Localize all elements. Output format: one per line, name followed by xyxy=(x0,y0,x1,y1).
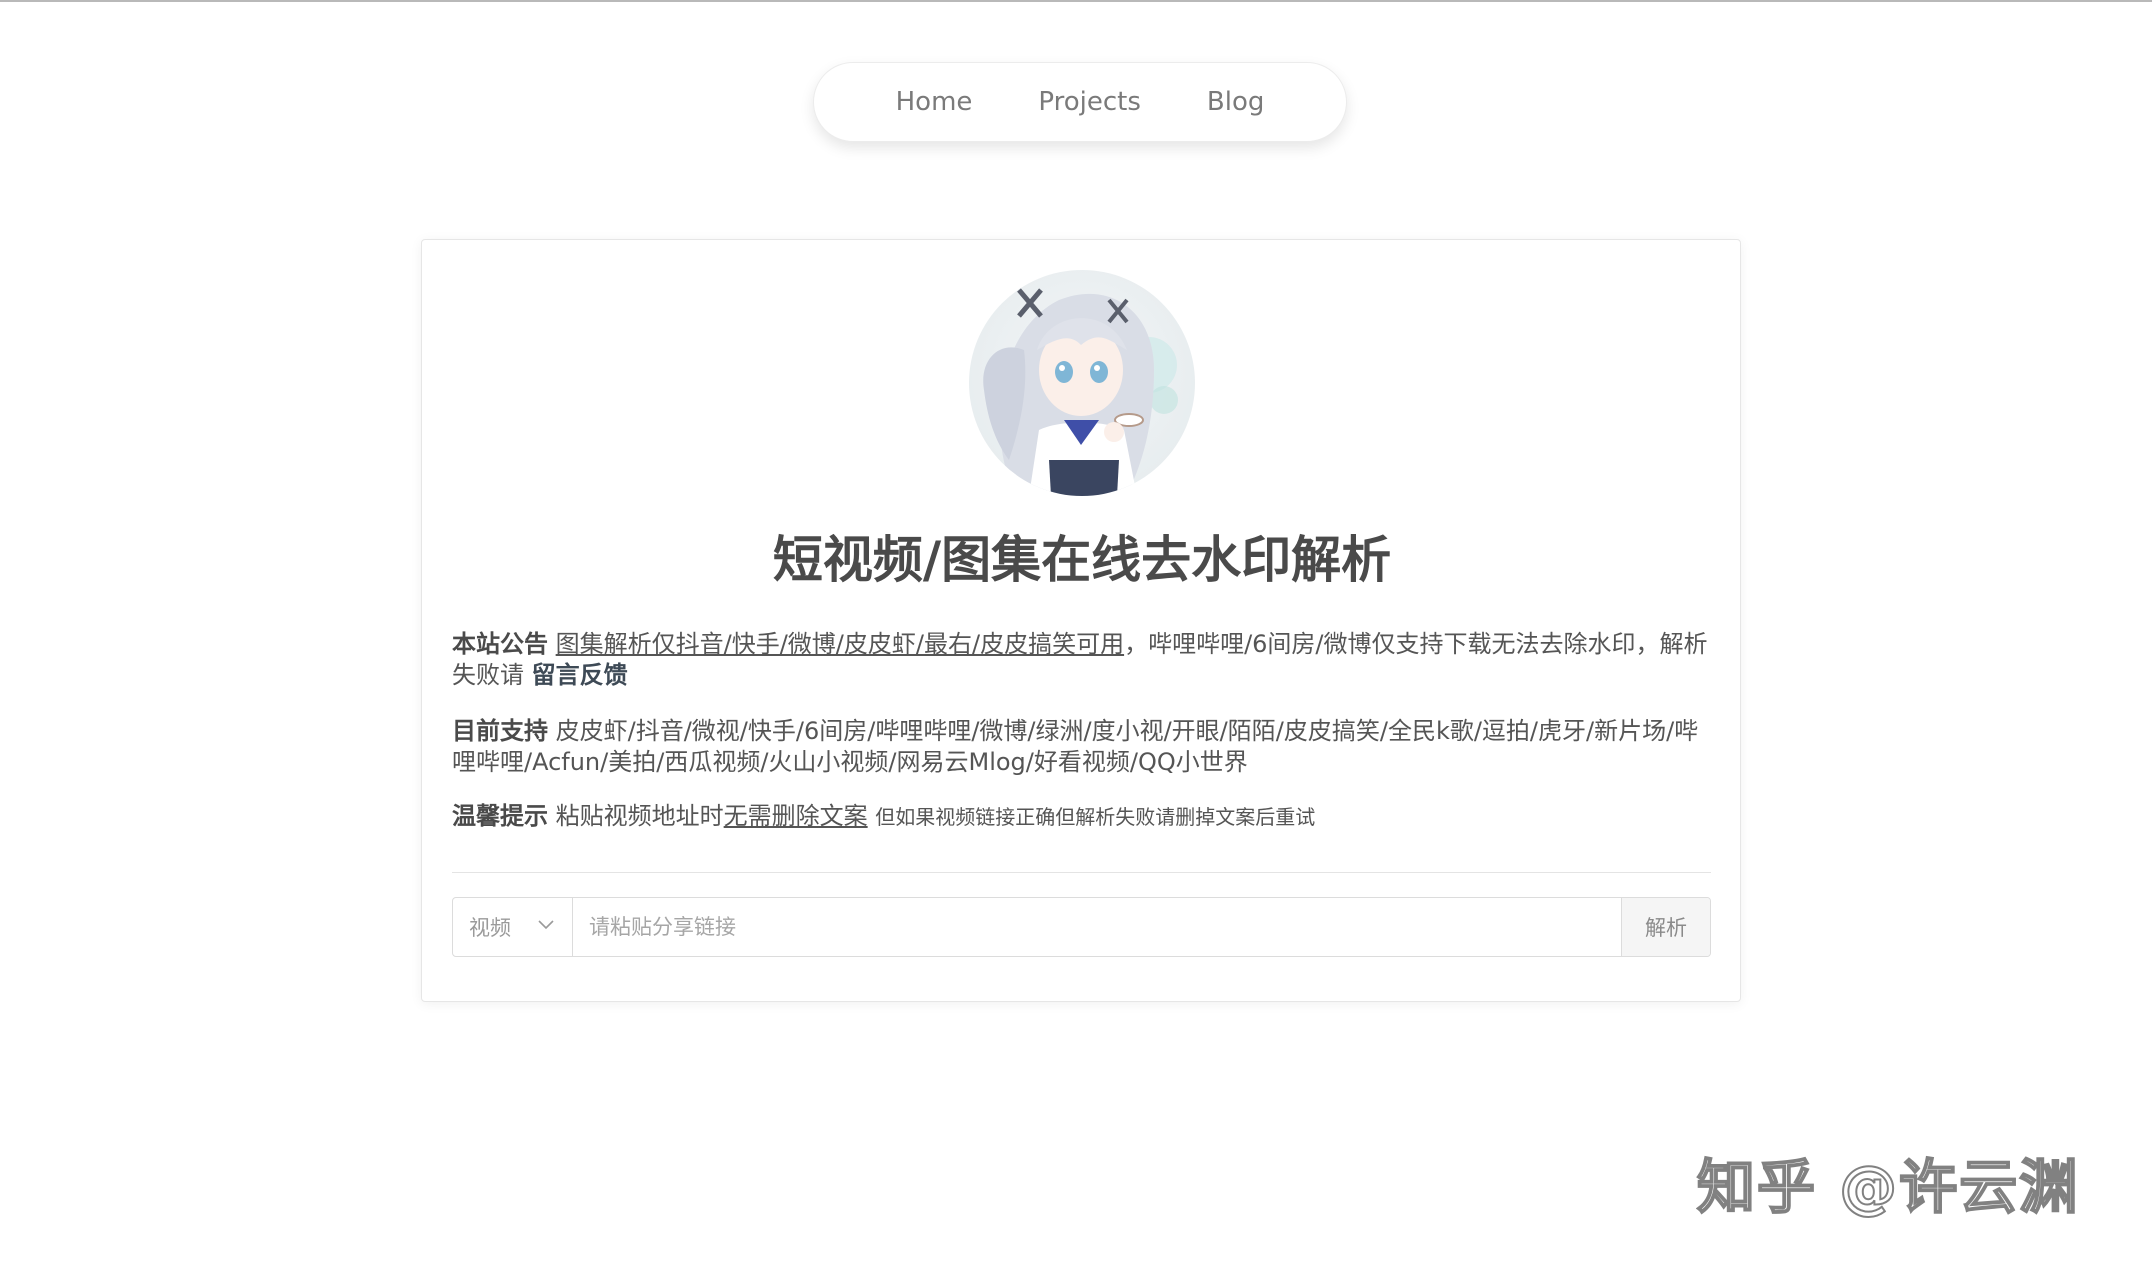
announcement: 本站公告 图集解析仅抖音/快手/微博/皮皮虾/最右/皮皮搞笑可用，哔哩哔哩/6间… xyxy=(452,629,1712,691)
tip-lead: 温馨提示 xyxy=(452,802,548,830)
support-lead: 目前支持 xyxy=(452,717,548,745)
watermark: 知乎 @许云渊 xyxy=(1696,1152,2080,1222)
type-select-value: 视频 xyxy=(469,916,511,940)
parser-card: 短视频/图集在线去水印解析 本站公告 图集解析仅抖音/快手/微博/皮皮虾/最右/… xyxy=(421,239,1741,1002)
share-link-input[interactable] xyxy=(573,898,1621,956)
divider xyxy=(452,872,1711,873)
feedback-link[interactable]: 留言反馈 xyxy=(532,661,628,689)
nav-home-link[interactable]: Home xyxy=(896,87,973,117)
type-select[interactable]: 视频 xyxy=(453,898,573,956)
chevron-down-icon xyxy=(538,920,554,930)
avatar xyxy=(969,270,1195,496)
parse-form: 视频 解析 xyxy=(452,897,1711,957)
parse-button[interactable]: 解析 xyxy=(1621,898,1710,956)
nav-blog-link[interactable]: Blog xyxy=(1207,87,1264,117)
tip-text: 粘贴视频地址时 xyxy=(555,802,724,830)
tip: 温馨提示 粘贴视频地址时无需删除文案 但如果视频链接正确但解析失败请删掉文案后重… xyxy=(452,801,1712,833)
nav-projects-link[interactable]: Projects xyxy=(1038,87,1141,117)
top-nav: Home Projects Blog xyxy=(813,62,1347,142)
top-border xyxy=(0,0,2152,2)
supported-platforms: 目前支持 皮皮虾/抖音/微视/快手/6间房/哔哩哔哩/微博/绿洲/度小视/开眼/… xyxy=(452,716,1712,778)
announcement-link[interactable]: 图集解析仅抖音/快手/微博/皮皮虾/最右/皮皮搞笑可用 xyxy=(556,630,1124,658)
tip-small: 但如果视频链接正确但解析失败请删掉文案后重试 xyxy=(875,805,1316,829)
announcement-lead: 本站公告 xyxy=(452,630,548,658)
page-title: 短视频/图集在线去水印解析 xyxy=(772,531,1392,589)
tip-underlined: 无需删除文案 xyxy=(723,802,868,830)
support-list: 皮皮虾/抖音/微视/快手/6间房/哔哩哔哩/微博/绿洲/度小视/开眼/陌陌/皮皮… xyxy=(452,717,1699,776)
